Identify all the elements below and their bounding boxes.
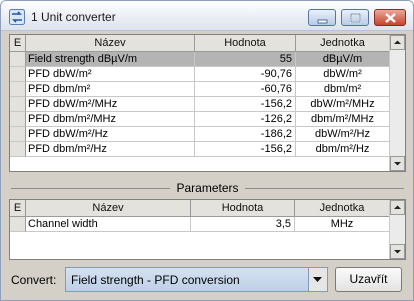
footer-bar: Convert: Field strength - PFD conversion…: [7, 264, 407, 296]
row-unit: dbm/m²: [296, 82, 390, 97]
column-header-name[interactable]: Název: [26, 200, 191, 217]
table-row[interactable]: PFD dbm/m² -60,76 dbm/m²: [10, 82, 390, 97]
column-header-e[interactable]: E: [10, 35, 26, 52]
row-unit: dbW/m²/Hz: [296, 127, 390, 142]
dropdown-button[interactable]: [308, 268, 327, 291]
row-edit-cell[interactable]: [10, 52, 26, 67]
row-name: Channel width: [26, 217, 191, 232]
unit-converter-icon: [9, 9, 25, 25]
table-row[interactable]: Field strength dBµV/m 55 dBµV/m: [10, 52, 390, 67]
unit-converter-window: 1 Unit converter E Název Hodnota Jednotk…: [0, 0, 414, 301]
row-name: Field strength dBµV/m: [26, 52, 195, 67]
minimize-button[interactable]: [308, 9, 336, 26]
row-unit: dbW/m²/MHz: [296, 97, 390, 112]
table-row[interactable]: PFD dbW/m²/MHz -156,2 dbW/m²/MHz: [10, 97, 390, 112]
scroll-up-icon: [394, 205, 401, 209]
results-table-header: E Název Hodnota Jednotka: [10, 35, 390, 52]
row-value[interactable]: -186,2: [195, 127, 296, 142]
parameters-section-header: Parameters: [9, 180, 406, 196]
row-name: PFD dbm/m²/MHz: [26, 112, 195, 127]
column-header-unit[interactable]: Jednotka: [296, 35, 390, 52]
scroll-up-button[interactable]: [390, 35, 405, 50]
row-unit: dBµV/m: [296, 52, 390, 67]
column-header-e[interactable]: E: [10, 200, 26, 217]
chevron-down-icon: [313, 277, 322, 282]
table-row[interactable]: PFD dbm/m²/Hz -156,2 dbm/m²/Hz: [10, 142, 390, 157]
results-vertical-scrollbar[interactable]: [389, 35, 405, 171]
title-bar[interactable]: 1 Unit converter: [1, 1, 413, 31]
row-unit: dbm/m²/MHz: [296, 112, 390, 127]
row-edit-cell[interactable]: [10, 67, 26, 82]
scroll-up-icon: [394, 40, 401, 44]
close-button[interactable]: Uzavřít: [335, 267, 402, 292]
parameters-title: Parameters: [170, 181, 245, 195]
column-header-unit[interactable]: Jednotka: [295, 200, 390, 217]
table-row[interactable]: Channel width 3,5 MHz: [10, 217, 390, 232]
table-row[interactable]: PFD dbW/m² -90,76 dbW/m²: [10, 67, 390, 82]
column-header-name[interactable]: Název: [26, 35, 195, 52]
scroll-down-icon: [394, 162, 401, 166]
conversion-select-value: Field strength - PFD conversion: [71, 273, 240, 287]
column-header-value[interactable]: Hodnota: [195, 35, 296, 52]
conversion-select[interactable]: Field strength - PFD conversion: [65, 267, 328, 292]
maximize-icon: [350, 13, 361, 23]
scroll-down-button[interactable]: [390, 244, 405, 259]
row-name: PFD dbm/m²/Hz: [26, 142, 195, 157]
row-name: PFD dbW/m²/Hz: [26, 127, 195, 142]
row-name: PFD dbm/m²: [26, 82, 195, 97]
row-edit-cell[interactable]: [10, 127, 26, 142]
row-value[interactable]: 55: [195, 52, 296, 67]
row-value[interactable]: -156,2: [195, 97, 296, 112]
row-edit-cell[interactable]: [10, 97, 26, 112]
row-name: PFD dbW/m²/MHz: [26, 97, 195, 112]
row-value[interactable]: -90,76: [195, 67, 296, 82]
parameters-table: E Název Hodnota Jednotka Channel width 3…: [9, 199, 406, 260]
scroll-up-button[interactable]: [390, 200, 405, 215]
window-title: 1 Unit converter: [31, 10, 116, 24]
row-value[interactable]: -126,2: [195, 112, 296, 127]
convert-label: Convert:: [11, 273, 57, 287]
minimize-icon: [317, 19, 328, 24]
scroll-down-button[interactable]: [390, 156, 405, 171]
scroll-down-icon: [394, 250, 401, 254]
table-row[interactable]: PFD dbm/m²/MHz -126,2 dbm/m²/MHz: [10, 112, 390, 127]
close-icon: [385, 13, 396, 23]
parameters-table-header: E Název Hodnota Jednotka: [10, 200, 390, 217]
parameters-vertical-scrollbar[interactable]: [389, 200, 405, 259]
maximize-button[interactable]: [341, 9, 369, 26]
row-edit-cell[interactable]: [10, 217, 26, 232]
column-header-value[interactable]: Hodnota: [191, 200, 295, 217]
row-value[interactable]: -156,2: [195, 142, 296, 157]
row-edit-cell[interactable]: [10, 82, 26, 97]
row-edit-cell[interactable]: [10, 142, 26, 157]
row-edit-cell[interactable]: [10, 112, 26, 127]
row-unit: MHz: [295, 217, 390, 232]
row-unit: dbW/m²: [296, 67, 390, 82]
row-unit: dbm/m²/Hz: [296, 142, 390, 157]
row-value[interactable]: -60,76: [195, 82, 296, 97]
close-window-button[interactable]: [374, 9, 406, 26]
table-row[interactable]: PFD dbW/m²/Hz -186,2 dbW/m²/Hz: [10, 127, 390, 142]
row-name: PFD dbW/m²: [26, 67, 195, 82]
results-table: E Název Hodnota Jednotka Field strength …: [9, 34, 406, 172]
row-value[interactable]: 3,5: [191, 217, 295, 232]
dialog-body: E Název Hodnota Jednotka Field strength …: [7, 32, 407, 296]
